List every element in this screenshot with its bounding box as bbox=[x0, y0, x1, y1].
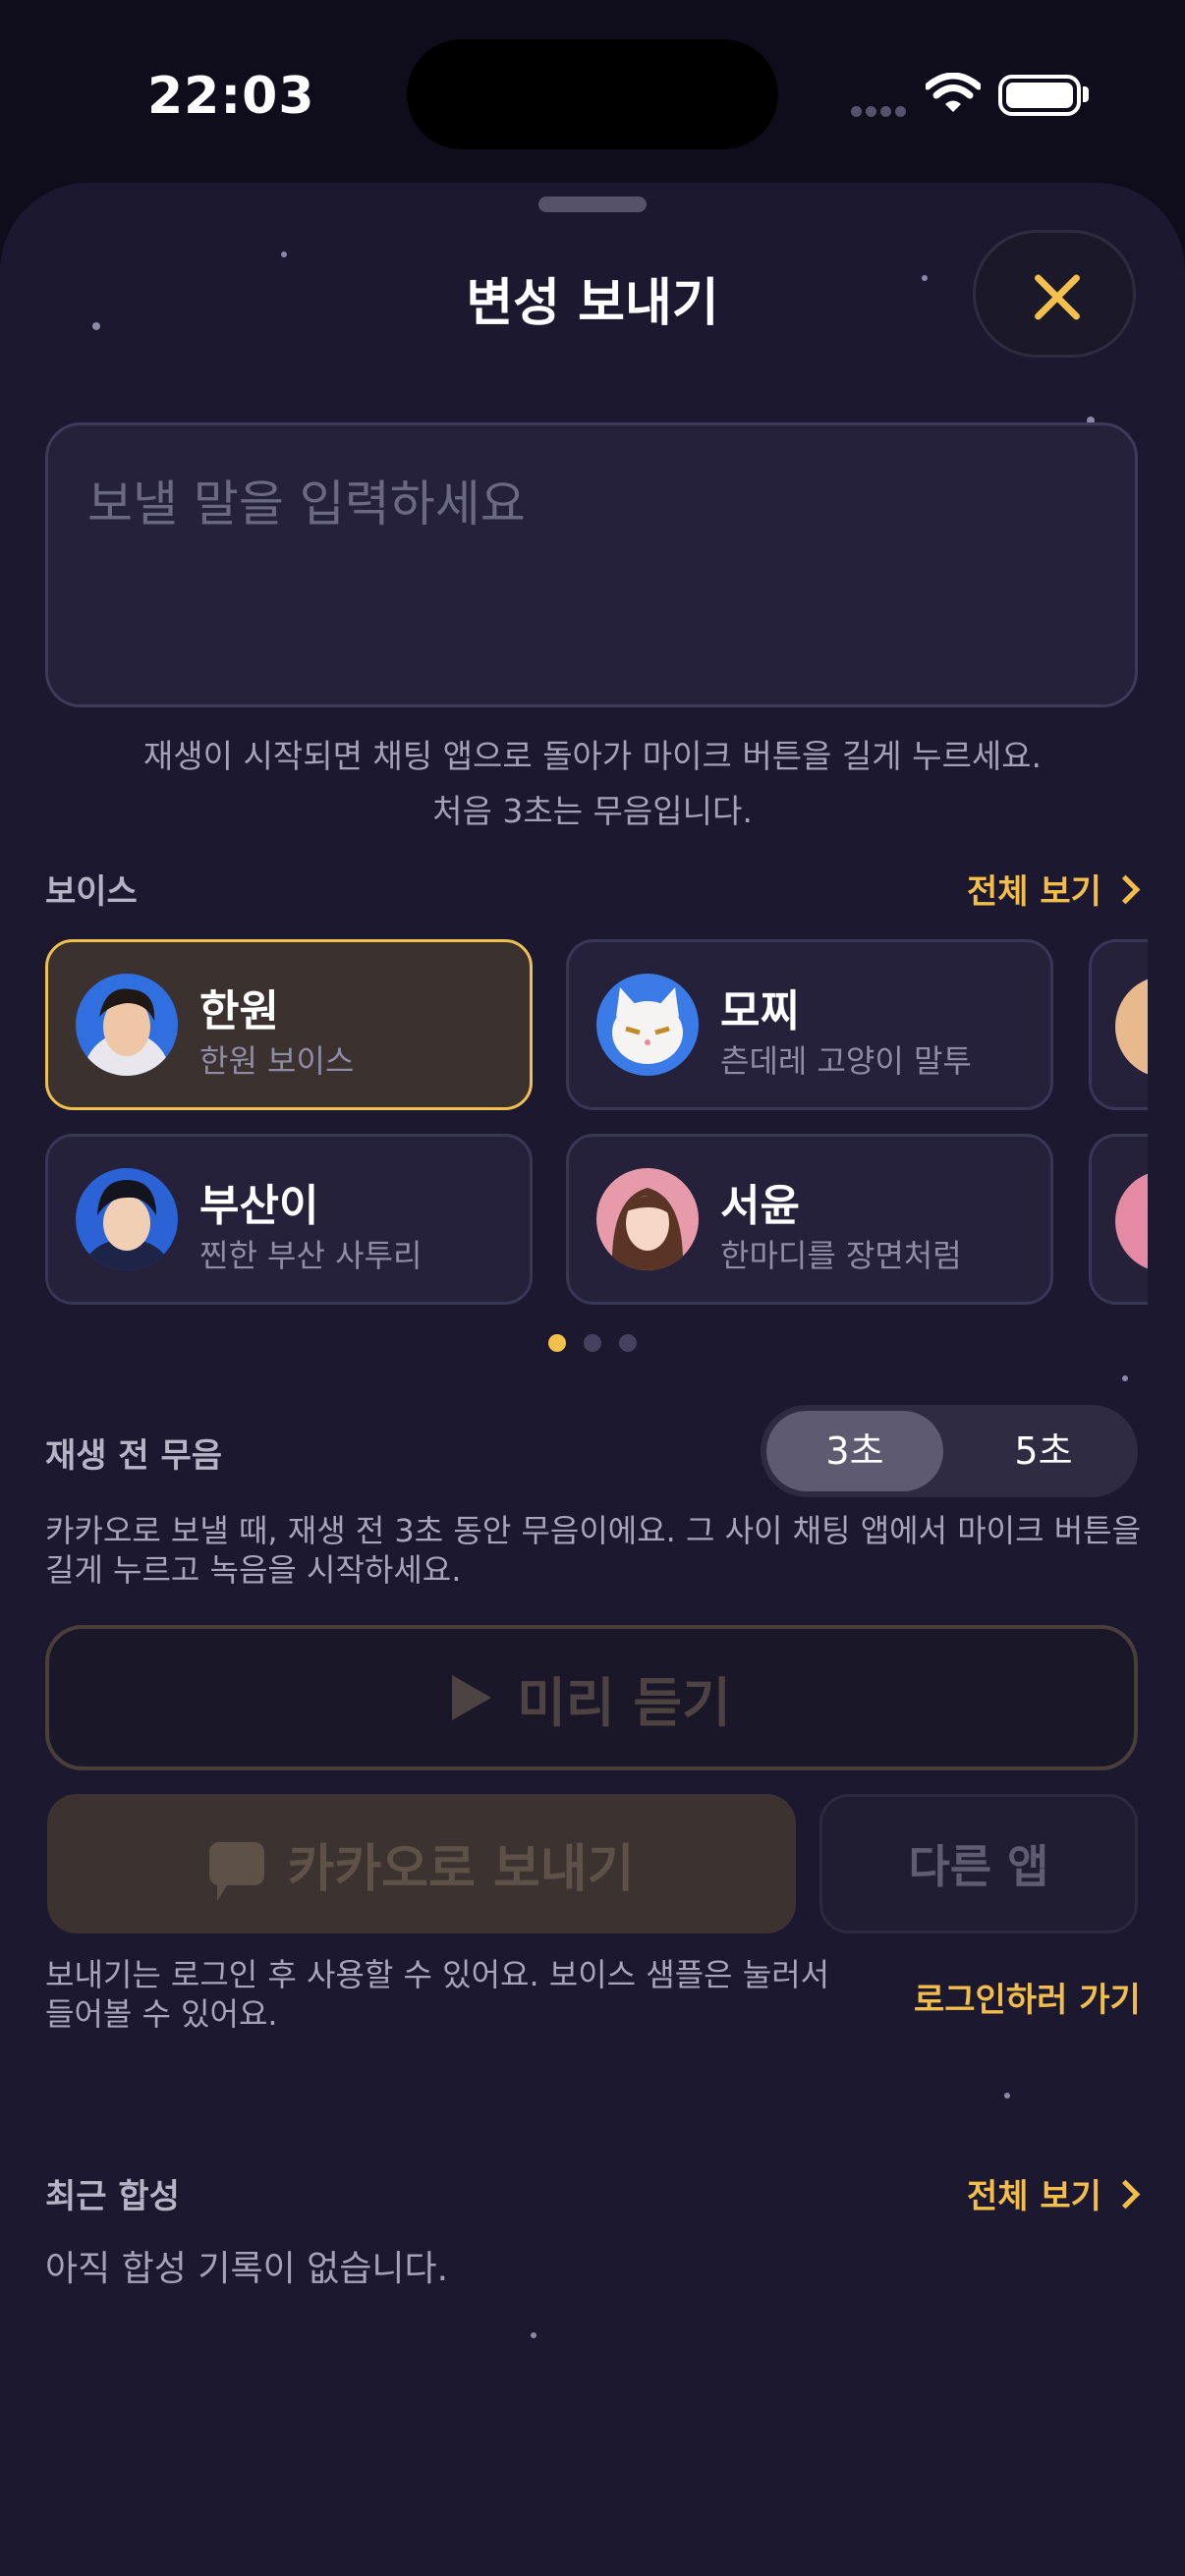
preview-label: 미리 듣기 bbox=[517, 1671, 731, 1734]
wifi-icon bbox=[926, 73, 981, 112]
hint-line-1: 재생이 시작되면 채팅 앱으로 돌아가 마이크 버튼을 길게 누르세요. bbox=[142, 737, 1043, 775]
voice-desc: 한원 보이스 bbox=[199, 1042, 355, 1080]
see-all-label: 전체 보기 bbox=[967, 2177, 1101, 2216]
login-note: 보내기는 로그인 후 사용할 수 있어요. 보이스 샘플은 눌러서 들어볼 수 … bbox=[45, 1956, 830, 2033]
send-kakao-label: 카카오로 보내기 bbox=[287, 1839, 635, 1899]
login-link[interactable]: 로그인하러 가기 bbox=[914, 1973, 1141, 2021]
message-input[interactable]: 보낼 말을 입력하세요 bbox=[45, 422, 1138, 707]
star-decoration bbox=[1004, 2093, 1010, 2099]
voice-card-mochi[interactable]: 모찌 츤데레 고양이 말투 bbox=[566, 939, 1053, 1110]
voice-card-partial[interactable] bbox=[1089, 1134, 1148, 1305]
voice-name: 서윤 bbox=[720, 1181, 800, 1231]
voice-desc: 한마디를 장면처럼 bbox=[720, 1237, 962, 1274]
voice-card-partial[interactable] bbox=[1089, 939, 1148, 1110]
status-time: 22:03 bbox=[147, 67, 315, 126]
battery-cap bbox=[1083, 86, 1089, 102]
silence-segmented-control: 3초 5초 bbox=[761, 1405, 1138, 1497]
voices-see-all-link[interactable]: 전체 보기 bbox=[967, 865, 1141, 913]
close-button[interactable] bbox=[973, 230, 1136, 358]
avatar bbox=[596, 974, 699, 1076]
silence-description: 카카오로 보낼 때, 재생 전 3초 동안 무음이에요. 그 사이 채팅 앱에서… bbox=[45, 1512, 1142, 1589]
avatar bbox=[1115, 976, 1148, 1078]
chevron-right-icon bbox=[1110, 2179, 1141, 2210]
page-indicator-dot[interactable] bbox=[548, 1334, 566, 1352]
recent-label: 최근 합성 bbox=[45, 2177, 180, 2216]
voice-name: 한원 bbox=[199, 986, 279, 1036]
chevron-right-icon bbox=[1110, 874, 1141, 905]
recent-see-all-link[interactable]: 전체 보기 bbox=[967, 2169, 1141, 2217]
page-indicator-dot[interactable] bbox=[584, 1334, 601, 1352]
chat-bubble-icon bbox=[208, 1842, 264, 1901]
other-app-button[interactable]: 다른 앱 bbox=[819, 1794, 1138, 1933]
star-decoration bbox=[1122, 1375, 1128, 1381]
silence-label: 재생 전 무음 bbox=[45, 1436, 223, 1476]
preview-button[interactable]: 미리 듣기 bbox=[45, 1625, 1138, 1770]
voice-desc: 찐한 부산 사투리 bbox=[199, 1237, 423, 1274]
play-icon bbox=[452, 1675, 492, 1720]
avatar bbox=[76, 1168, 178, 1270]
star-decoration bbox=[531, 2332, 536, 2338]
silence-option-3s[interactable]: 3초 bbox=[766, 1411, 943, 1491]
voices-label: 보이스 bbox=[45, 872, 138, 912]
silence-option-5s[interactable]: 5초 bbox=[955, 1411, 1132, 1491]
voice-card-hanwon[interactable]: 한원 한원 보이스 bbox=[45, 939, 533, 1110]
recent-empty-state: 아직 합성 기록이 없습니다. bbox=[45, 2249, 449, 2289]
voice-name: 부산이 bbox=[199, 1181, 319, 1231]
voice-name: 모찌 bbox=[720, 986, 800, 1036]
voice-card-seoyun[interactable]: 서윤 한마디를 장면처럼 bbox=[566, 1134, 1053, 1305]
avatar bbox=[1115, 1170, 1148, 1272]
page-indicator-dot[interactable] bbox=[619, 1334, 637, 1352]
see-all-label: 전체 보기 bbox=[967, 872, 1101, 912]
avatar bbox=[596, 1168, 699, 1270]
avatar bbox=[76, 974, 178, 1076]
sheet-grabber[interactable] bbox=[538, 196, 647, 212]
star-decoration bbox=[281, 252, 287, 257]
voice-card-busan[interactable]: 부산이 찐한 부산 사투리 bbox=[45, 1134, 533, 1305]
voice-desc: 츤데레 고양이 말투 bbox=[720, 1042, 972, 1080]
cellular-signal-icon bbox=[851, 102, 910, 121]
dynamic-island bbox=[407, 39, 778, 149]
send-kakao-button[interactable]: 카카오로 보내기 bbox=[47, 1794, 796, 1933]
battery-icon bbox=[998, 75, 1081, 116]
playback-hint: 재생이 시작되면 채팅 앱으로 돌아가 마이크 버튼을 길게 누르세요. 처음 … bbox=[0, 729, 1185, 839]
hint-line-2: 처음 3초는 무음입니다. bbox=[432, 792, 753, 830]
